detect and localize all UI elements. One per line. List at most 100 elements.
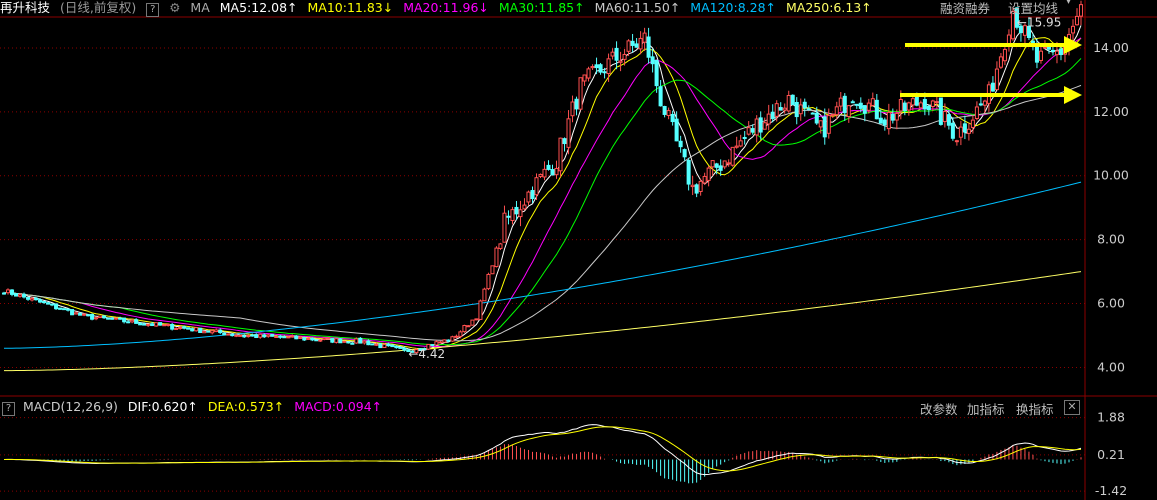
candle [166, 323, 171, 327]
candle-body [1034, 46, 1039, 63]
candle-body [894, 112, 899, 121]
price-tick-label: 6.00 [1097, 296, 1125, 311]
macd-title[interactable]: MACD(12,26,9) [23, 399, 118, 414]
set-ma-button[interactable]: 设置均线 [1008, 0, 1058, 17]
candle-body [198, 327, 203, 333]
candle [838, 92, 843, 111]
candle-body [730, 146, 735, 166]
candle-body [798, 104, 803, 115]
candle-body [310, 337, 315, 341]
candle-body [782, 107, 787, 111]
chart-mode[interactable]: (日线,前复权) [60, 0, 136, 15]
candle-body [942, 111, 947, 123]
candle-body [250, 334, 255, 337]
ma10-line [3, 37, 1082, 350]
candle [614, 41, 619, 70]
stock-chart[interactable]: 4.006.008.0010.0012.0014.00-1.420.211.88… [0, 0, 1157, 500]
candle-body [278, 335, 283, 338]
candle-body [82, 313, 87, 316]
candle-body [462, 324, 467, 333]
candle [762, 117, 767, 130]
candlesticks[interactable] [1, 0, 1084, 354]
candle [438, 340, 443, 344]
candle-body [918, 102, 923, 109]
candle [502, 205, 507, 243]
candle [198, 327, 203, 333]
candle-body [622, 53, 627, 60]
candle-body [850, 101, 855, 104]
candle-body [478, 300, 483, 320]
candle-body [838, 97, 843, 107]
candle-body [890, 113, 895, 121]
candle [174, 327, 179, 331]
candle-body [390, 344, 395, 348]
candle [810, 112, 815, 115]
candle-body [726, 162, 731, 165]
dif-line [3, 424, 1082, 476]
candle-body [746, 127, 751, 135]
candle [158, 322, 163, 326]
candle-body [970, 119, 975, 128]
switch-indicator-button[interactable]: 换指标 [1016, 399, 1054, 418]
candle-body [202, 330, 207, 334]
candle [442, 339, 447, 343]
candle-body [86, 314, 91, 317]
candle [726, 159, 731, 167]
candle [890, 108, 895, 124]
candle-body [334, 338, 339, 343]
add-indicator-button[interactable]: 加指标 [967, 399, 1005, 418]
candle-body [430, 344, 435, 347]
candle [474, 318, 479, 321]
ma60-line [3, 84, 1082, 342]
candle [1038, 44, 1043, 64]
candle [774, 100, 779, 122]
candle [246, 334, 251, 338]
candle-body [114, 317, 119, 320]
candle [318, 339, 323, 343]
candle-body [870, 98, 875, 106]
candle [114, 317, 119, 320]
margin-trading-button[interactable]: 融资融券 [940, 0, 990, 17]
chevron-down-icon[interactable]: ▾ [1066, 0, 1071, 7]
edit-params-button[interactable]: 改参数 [920, 399, 958, 418]
candle-body [666, 110, 671, 117]
candle-body [978, 103, 983, 106]
candle-body [62, 308, 67, 311]
help-icon[interactable]: ? [146, 3, 160, 17]
candle-body [266, 334, 271, 337]
candle-body [910, 98, 915, 106]
candle-body [862, 105, 867, 114]
candle-body [374, 343, 379, 346]
candle [146, 323, 151, 328]
close-icon[interactable]: ✕ [1064, 400, 1080, 415]
candle [694, 183, 699, 198]
candle-body [298, 336, 303, 339]
candle-body [594, 64, 599, 69]
candle-body [582, 74, 587, 82]
candle [530, 186, 535, 203]
candle-body [482, 288, 487, 302]
stock-name[interactable]: 再升科技 [0, 0, 50, 15]
candle-body [906, 102, 911, 111]
candle-body [662, 106, 667, 115]
candle-body [34, 297, 39, 301]
candle-body [498, 243, 503, 249]
candle [294, 335, 299, 340]
candle-body [174, 328, 179, 331]
candle [486, 272, 491, 291]
candle [582, 74, 587, 86]
candle-body [570, 101, 575, 117]
candle-body [790, 94, 795, 106]
candle-body [58, 307, 63, 310]
candle-body [822, 116, 827, 138]
candle-body [302, 337, 307, 341]
candle-body [674, 118, 679, 142]
candle-body [194, 327, 199, 332]
candle [138, 322, 143, 326]
candle [606, 53, 611, 82]
gear-icon[interactable]: ⚙ [169, 0, 180, 15]
macd-help-icon[interactable]: ? [2, 402, 15, 416]
candle-body [154, 322, 159, 327]
candle-body [558, 137, 563, 172]
candle [846, 105, 851, 123]
